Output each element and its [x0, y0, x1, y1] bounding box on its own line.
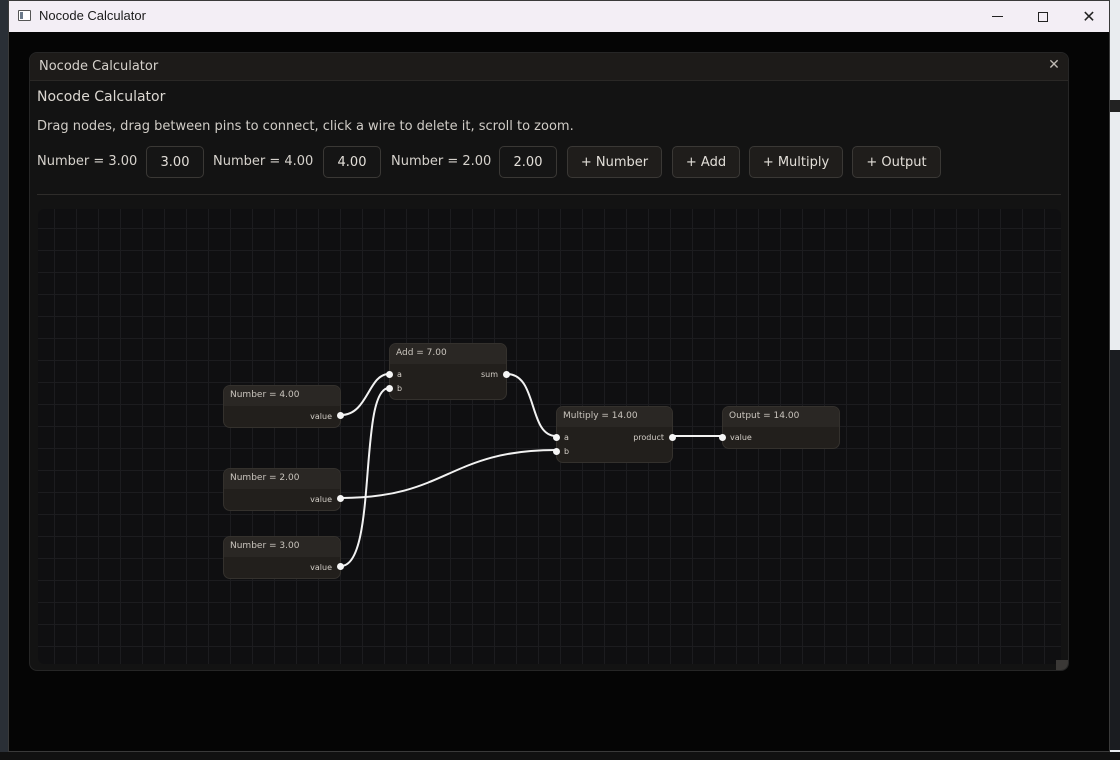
node-title: Number = 2.00 [230, 473, 300, 483]
number-3-input[interactable]: 2.00 [499, 146, 557, 178]
node-canvas[interactable]: Number = 4.00 value Number = 2.00 value … [38, 209, 1061, 664]
wire-number2-to-multiply-b[interactable] [340, 449, 557, 499]
add-output-button[interactable]: + Output [852, 146, 941, 178]
number-1-label: Number = 3.00 [37, 154, 138, 169]
toolbar: Number = 3.00 3.00 Number = 4.00 4.00 Nu… [30, 146, 1068, 182]
os-window-title: Nocode Calculator [39, 8, 146, 23]
node-title: Output = 14.00 [729, 411, 800, 421]
number-node-2[interactable]: Number = 2.00 value [223, 468, 344, 511]
wire-number4-to-add-a[interactable] [340, 373, 390, 416]
node-header[interactable]: Output = 14.00 [723, 407, 839, 427]
number-3-label: Number = 2.00 [391, 154, 492, 169]
taskbar-strip [0, 752, 1120, 760]
add-multiply-button[interactable]: + Multiply [749, 146, 843, 178]
minimize-icon [991, 16, 1003, 17]
toolbar-divider [37, 194, 1061, 195]
add-add-node-button[interactable]: + Add [672, 146, 740, 178]
app-window-icon [18, 10, 31, 21]
maximize-icon [1038, 11, 1048, 22]
instructions-text: Drag nodes, drag between pins to connect… [37, 119, 574, 134]
output-pin-product[interactable] [669, 434, 676, 441]
maximize-button[interactable] [1020, 1, 1066, 32]
panel-close-button[interactable]: ✕ [1045, 56, 1063, 74]
wires-layer [340, 373, 722, 567]
pin-label-product: product [633, 433, 664, 442]
input-pin-b[interactable] [553, 448, 560, 455]
wire-add-sum-to-multiply-a[interactable] [506, 373, 557, 437]
panel-titlebar[interactable]: Nocode Calculator ✕ [30, 53, 1068, 81]
number-2-input[interactable]: 4.00 [323, 146, 381, 178]
multiply-node[interactable]: Multiply = 14.00 a b product [553, 406, 676, 463]
pin-label-a: a [564, 433, 569, 442]
node-title: Number = 4.00 [230, 390, 300, 400]
page-heading: Nocode Calculator [37, 89, 166, 105]
node-title: Number = 3.00 [230, 541, 300, 551]
panel-title: Nocode Calculator [39, 59, 159, 74]
node-header[interactable]: Number = 4.00 [224, 386, 340, 406]
output-pin-value[interactable] [337, 495, 344, 502]
pin-label-value: value [310, 495, 332, 504]
close-icon: ✕ [1082, 7, 1096, 26]
number-node-3[interactable]: Number = 3.00 value [223, 536, 344, 579]
pin-label-value: value [730, 433, 752, 442]
node-header[interactable]: Number = 3.00 [224, 537, 340, 557]
pin-label-sum: sum [480, 370, 498, 379]
pin-label-b: b [397, 384, 403, 393]
output-pin-sum[interactable] [503, 371, 510, 378]
desktop-background-right [1110, 0, 1120, 760]
number-1-input[interactable]: 3.00 [146, 146, 204, 178]
add-node[interactable]: Add = 7.00 a b sum [386, 343, 510, 400]
minimize-button[interactable] [974, 1, 1020, 32]
resize-grip[interactable] [1056, 660, 1068, 670]
node-header[interactable]: Number = 2.00 [224, 469, 340, 489]
node-title: Add = 7.00 [396, 348, 447, 358]
node-header[interactable]: Add = 7.00 [390, 344, 506, 364]
input-pin-b[interactable] [386, 385, 393, 392]
pin-label-value: value [310, 563, 332, 572]
number-node-4[interactable]: Number = 4.00 value [223, 385, 344, 428]
input-pin-a[interactable] [386, 371, 393, 378]
output-node[interactable]: Output = 14.00 value [719, 406, 840, 449]
close-icon: ✕ [1048, 57, 1060, 73]
pin-label-a: a [397, 370, 402, 379]
output-pin-value[interactable] [337, 563, 344, 570]
node-header[interactable]: Multiply = 14.00 [557, 407, 672, 427]
calculator-panel: Nocode Calculator ✕ Nocode Calculator Dr… [29, 52, 1069, 671]
pin-label-value: value [310, 412, 332, 421]
os-window: Nocode Calculator ✕ Nocode Calculator ✕ … [8, 0, 1110, 752]
add-number-button[interactable]: + Number [567, 146, 662, 178]
output-pin-value[interactable] [337, 412, 344, 419]
pin-label-b: b [564, 447, 570, 456]
node-title: Multiply = 14.00 [563, 411, 638, 421]
desktop-background-left [0, 0, 8, 760]
os-titlebar[interactable]: Nocode Calculator ✕ [9, 1, 1109, 32]
close-window-button[interactable]: ✕ [1066, 1, 1112, 32]
number-2-label: Number = 4.00 [213, 154, 314, 169]
input-pin-a[interactable] [553, 434, 560, 441]
input-pin-value[interactable] [719, 434, 726, 441]
